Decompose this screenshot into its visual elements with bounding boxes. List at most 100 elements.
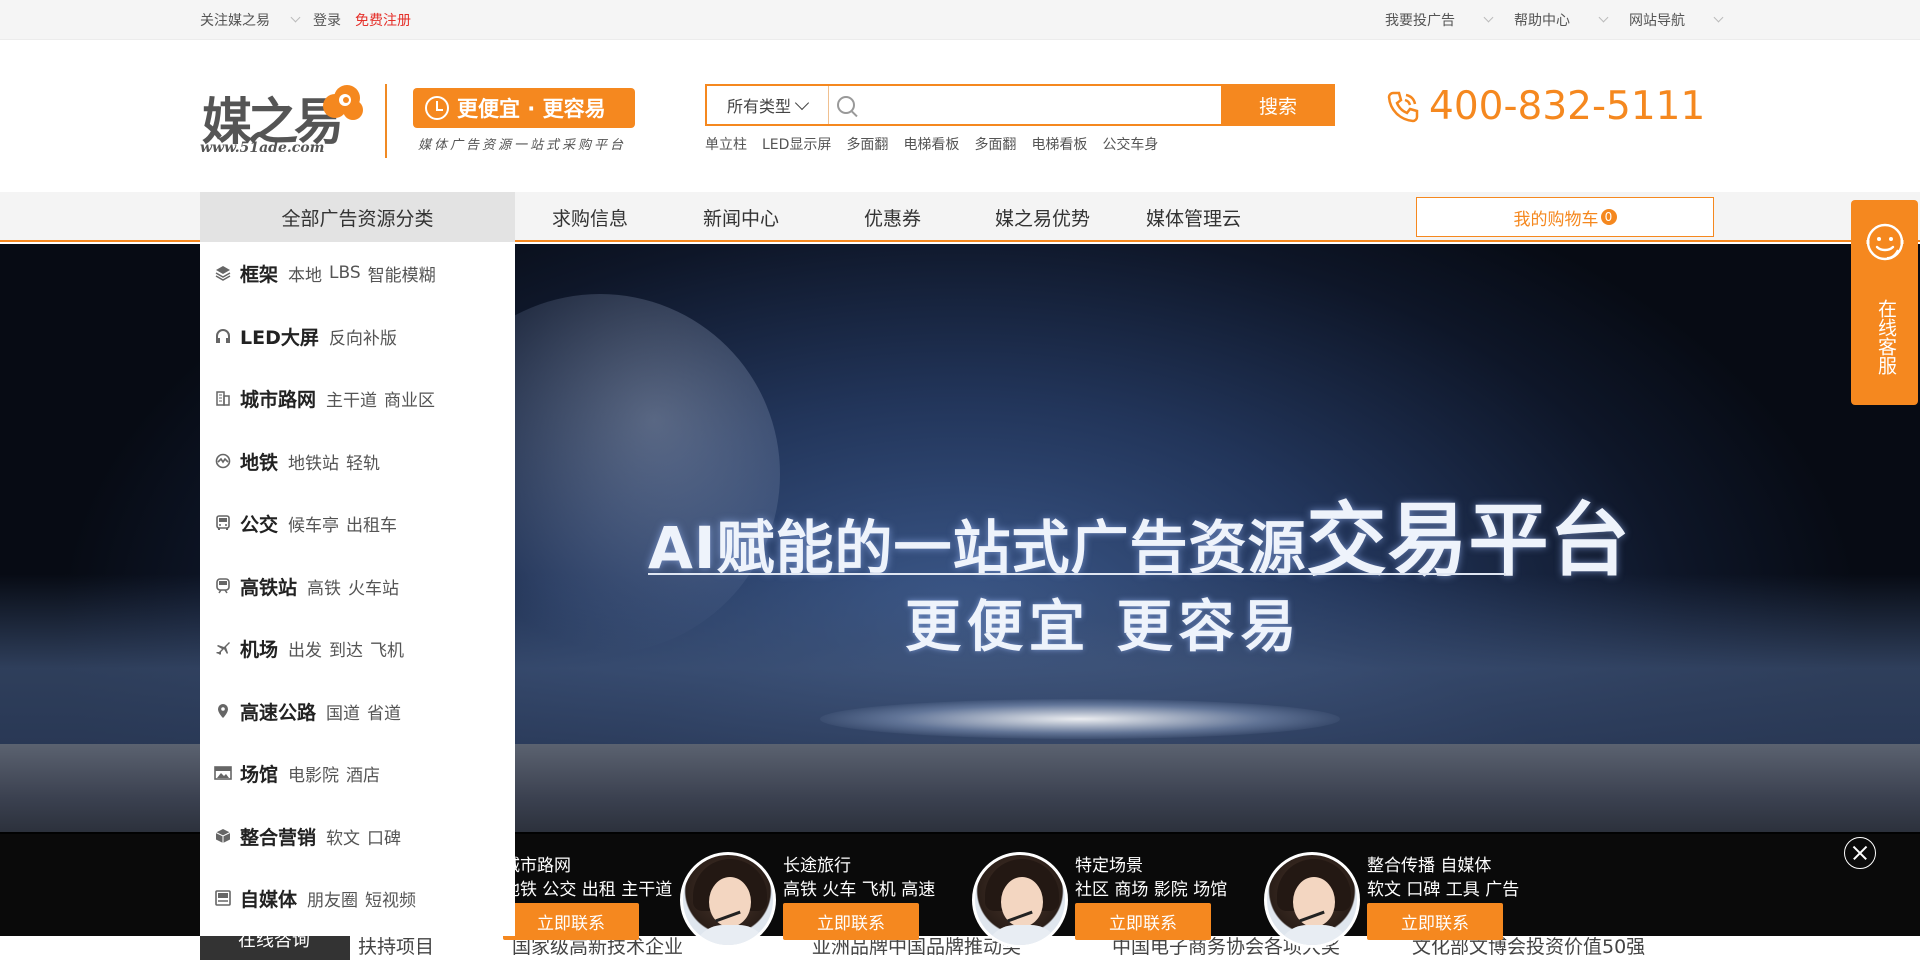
category-sub-link[interactable]: 火车站: [348, 574, 399, 599]
search-button[interactable]: 搜索: [1221, 84, 1335, 126]
category-sub-link[interactable]: 地铁站: [288, 449, 339, 474]
category-sub-link[interactable]: 主干道: [326, 386, 377, 411]
clock-icon: [425, 96, 449, 120]
advertise-link[interactable]: 我要投广告: [1385, 10, 1494, 30]
category-item-frame[interactable]: 框架 本地 LBS 智能模糊: [214, 258, 443, 288]
nav-item-purchase[interactable]: 求购信息: [552, 192, 628, 242]
category-name: 地铁: [240, 451, 279, 474]
category-sub-link[interactable]: 飞机: [370, 636, 404, 661]
agent-shirt: [1277, 925, 1353, 945]
cart-button[interactable]: 我的购物车 0: [1416, 197, 1714, 237]
category-item-bus[interactable]: 公交 候车亭 出租车: [214, 508, 404, 538]
news-strip: 在线咨询 扶持项目 国家级高新技术企业 亚洲品牌中国品牌推动奖 中国电子商务协会…: [0, 936, 1920, 960]
category-name: 机场: [240, 638, 279, 661]
search-input[interactable]: [855, 87, 1221, 123]
category-sub-link[interactable]: 电影院: [288, 761, 339, 786]
nav-item-coupons[interactable]: 优惠券: [864, 192, 921, 242]
follow-label: 关注媒之易: [200, 13, 270, 29]
follow-link[interactable]: 关注媒之易: [200, 10, 301, 30]
main-nav: 全部广告资源分类 求购信息 新闻中心 优惠券 媒之易优势 媒体管理云 我的购物车…: [0, 192, 1920, 242]
category-sub-link[interactable]: 软文: [326, 824, 360, 849]
category-item-led[interactable]: LED大屏 反向补版: [214, 321, 404, 351]
category-item-airport[interactable]: 机场 出发 到达 飞机: [214, 633, 411, 663]
building-icon: [214, 389, 232, 407]
hot-word-link[interactable]: 多面翻: [846, 134, 888, 154]
banner-divider: [648, 573, 1506, 575]
cube-icon: [214, 827, 232, 845]
category-name: 场馆: [240, 763, 279, 786]
site-logo[interactable]: 媒之易 www.51ade.com: [200, 80, 370, 162]
hotline: 400-832-5111: [1385, 84, 1705, 129]
category-item-hsr[interactable]: 高铁站 高铁 火车站: [214, 571, 406, 601]
cloud-logo-icon: [323, 85, 363, 120]
sitemap-link[interactable]: 网站导航: [1629, 10, 1724, 30]
consult-desc: 软文 口碑 工具 广告: [1367, 880, 1520, 900]
category-item-city-road[interactable]: 城市路网 主干道 商业区: [214, 383, 442, 413]
contact-now-button[interactable]: 立即联系: [1367, 903, 1503, 940]
hot-word-link[interactable]: 公交车身: [1102, 134, 1158, 154]
category-item-self-media[interactable]: 自媒体 朋友圈 短视频: [214, 883, 423, 913]
category-sub-link[interactable]: 酒店: [346, 761, 380, 786]
category-sub-link[interactable]: 出租车: [346, 511, 397, 536]
online-service-button[interactable]: 在线客服: [1851, 200, 1918, 405]
category-item-highway[interactable]: 高速公路 国道 省道: [214, 696, 408, 726]
category-sub-link[interactable]: 本地: [288, 261, 322, 286]
hot-word-link[interactable]: 多面翻: [974, 134, 1016, 154]
category-item-venue[interactable]: 场馆 电影院 酒店: [214, 758, 387, 788]
category-name: 框架: [240, 263, 279, 286]
help-center-link[interactable]: 帮助中心: [1514, 10, 1609, 30]
category-sub-link[interactable]: 短视频: [365, 886, 416, 911]
search-field: [829, 86, 1221, 124]
category-item-subway[interactable]: 地铁 地铁站 轻轨: [214, 446, 387, 476]
consult-desc: 社区 商场 影院 场馆: [1075, 880, 1228, 900]
hot-word-link[interactable]: 电梯看板: [1031, 134, 1087, 154]
category-sub-link[interactable]: 高铁: [307, 574, 341, 599]
hot-word-link[interactable]: LED显示屏: [762, 134, 831, 154]
category-sub-link[interactable]: LBS: [329, 263, 361, 283]
category-name: 公交: [240, 513, 279, 536]
category-name: 高铁站: [240, 576, 298, 599]
consult-title: 整合传播 自媒体: [1367, 856, 1492, 876]
category-sub-link[interactable]: 反向补版: [329, 324, 397, 349]
category-item-integrated[interactable]: 整合营销 软文 口碑: [214, 821, 408, 851]
nav-item-media-cloud[interactable]: 媒体管理云: [1146, 192, 1241, 242]
nav-all-categories[interactable]: 全部广告资源分类: [200, 192, 515, 242]
register-link[interactable]: 免费注册: [355, 10, 411, 30]
category-sub-link[interactable]: 轻轨: [346, 449, 380, 474]
agent-shirt: [985, 925, 1061, 945]
category-name: 自媒体: [240, 888, 298, 911]
category-sub-link[interactable]: 商业区: [384, 386, 435, 411]
category-sub-link[interactable]: 智能模糊: [368, 261, 436, 286]
search-type-select[interactable]: 所有类型: [707, 86, 829, 124]
agent-avatar: [1264, 852, 1360, 948]
nav-item-news[interactable]: 新闻中心: [703, 192, 779, 242]
search-type-label: 所有类型: [727, 97, 792, 116]
contact-now-button[interactable]: 立即联系: [503, 903, 639, 940]
top-bar-left: 关注媒之易 登录 免费注册: [200, 0, 425, 40]
hot-word-link[interactable]: 单立柱: [705, 134, 747, 154]
category-sub-link[interactable]: 朋友圈: [307, 886, 358, 911]
login-link[interactable]: 登录: [313, 10, 341, 30]
category-sub-link[interactable]: 国道: [326, 699, 360, 724]
nav-item-advantages[interactable]: 媒之易优势: [995, 192, 1090, 242]
consult-desc: 高铁 火车 飞机 高速: [783, 880, 936, 900]
chevron-down-icon: [1483, 12, 1494, 23]
category-sub-link[interactable]: 出发: [288, 636, 322, 661]
close-icon[interactable]: [1844, 837, 1876, 869]
consult-title: 特定场景: [1075, 856, 1143, 876]
hot-word-link[interactable]: 电梯看板: [903, 134, 959, 154]
category-sub-link[interactable]: 候车亭: [288, 511, 339, 536]
banner-title-part1: AI赋能的一站式广告资源: [648, 514, 1307, 582]
contact-now-button[interactable]: 立即联系: [1075, 903, 1211, 940]
category-menu: 框架 本地 LBS 智能模糊 LED大屏 反向补版 城市路网 主干道 商业区 地…: [200, 244, 515, 936]
online-consult-label[interactable]: 在线咨询: [200, 936, 350, 960]
cart-label: 我的购物车: [1513, 209, 1599, 230]
consult-title: 长途旅行: [783, 856, 851, 876]
news-item[interactable]: 扶持项目: [358, 936, 434, 959]
category-name: LED大屏: [240, 326, 319, 349]
category-sub-link[interactable]: 口碑: [367, 824, 401, 849]
contact-now-button[interactable]: 立即联系: [783, 903, 919, 940]
category-sub-link[interactable]: 省道: [367, 699, 401, 724]
slogan-badge: 更便宜 · 更容易: [413, 88, 635, 128]
category-sub-link[interactable]: 到达: [329, 636, 363, 661]
